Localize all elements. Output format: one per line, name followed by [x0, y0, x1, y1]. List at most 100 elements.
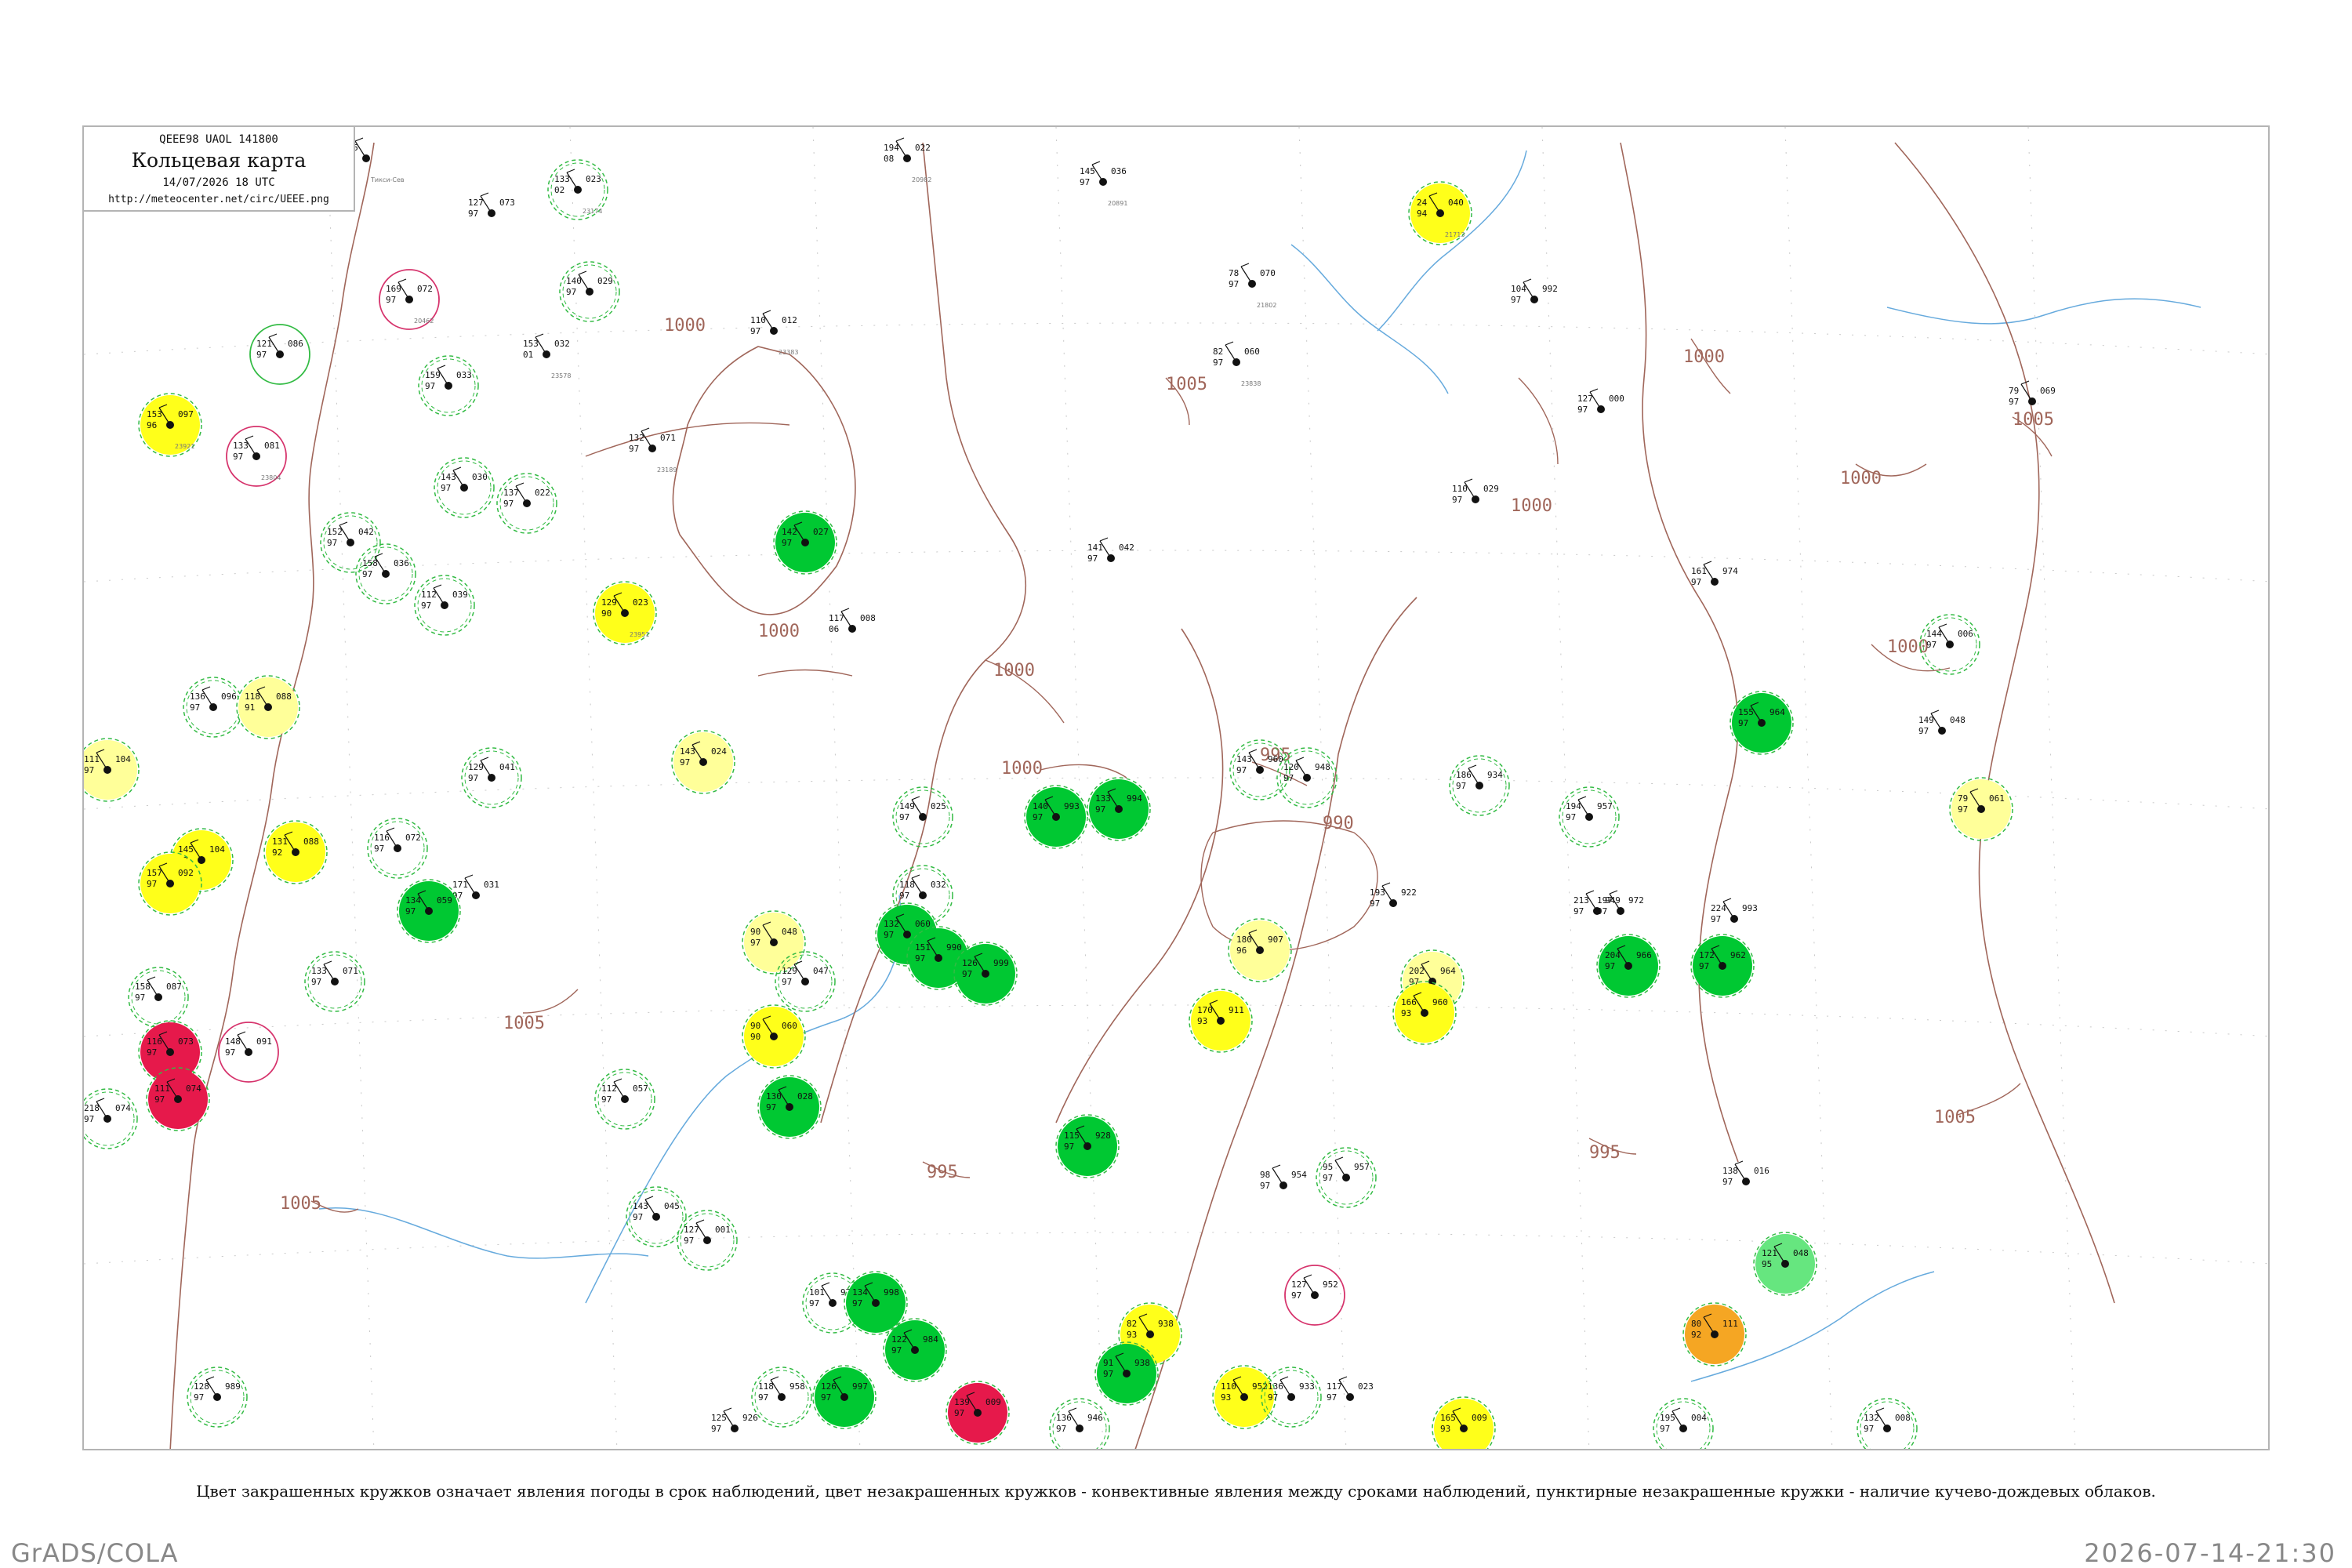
station-marker[interactable]: 112 039 97: [414, 575, 475, 636]
station-name: 21713: [1445, 231, 1465, 238]
station-marker[interactable]: 153 032 01 23578: [523, 333, 571, 379]
station-marker[interactable]: 112 057 97: [594, 1069, 655, 1130]
station-dewpoint: 97: [84, 765, 94, 775]
station-marker[interactable]: 145 036 97 20891: [1080, 161, 1127, 207]
station-marker[interactable]: 204 966 97: [1596, 934, 1661, 998]
station-marker[interactable]: 224 993 97: [1711, 898, 1758, 924]
station-marker[interactable]: 110 012 97 23383: [750, 310, 798, 356]
station-marker[interactable]: 165 009 93: [1432, 1396, 1496, 1450]
station-marker[interactable]: 149 048 97: [1918, 710, 1965, 736]
station-marker[interactable]: 137 022 97: [496, 473, 557, 534]
station-marker[interactable]: 111 074 97: [146, 1067, 210, 1131]
station-marker[interactable]: 171 03197: [452, 874, 499, 901]
station-marker[interactable]: 159 033 97: [418, 355, 479, 416]
station-marker[interactable]: 170 911 93: [1189, 989, 1253, 1053]
station-marker[interactable]: 79 069 97: [2009, 380, 2056, 407]
station-marker[interactable]: 161 974 97: [1691, 561, 1738, 587]
station-marker[interactable]: 157 092 97: [138, 851, 202, 916]
station-marker[interactable]: 197 972 97: [1597, 890, 1644, 916]
station-marker[interactable]: 131 088 92: [263, 820, 328, 884]
station-marker[interactable]: 172 962 97: [1690, 934, 1755, 998]
station-marker[interactable]: 138 016 97: [1722, 1160, 1769, 1187]
station-marker[interactable]: 194 957 97: [1559, 786, 1620, 848]
station-marker[interactable]: 129 041 97: [461, 747, 522, 808]
station-marker[interactable]: 155 964 97: [1730, 691, 1794, 755]
station-marker[interactable]: 91 938 97: [1094, 1341, 1159, 1406]
station-pressure: 047: [813, 966, 829, 976]
station-marker[interactable]: 218 074 97: [84, 1088, 138, 1149]
station-marker[interactable]: 180 907 96: [1228, 918, 1292, 982]
station-marker[interactable]: 149 025 97: [892, 786, 953, 848]
station-marker[interactable]: 142 027 97: [773, 510, 837, 575]
station-marker[interactable]: 117 023 97: [1327, 1376, 1374, 1403]
station-marker[interactable]: 127 073 97: [468, 192, 515, 219]
station-marker[interactable]: 111 104 97: [84, 738, 140, 802]
station-marker[interactable]: 144 006 97: [1919, 614, 1980, 675]
station-marker[interactable]: 143 045 97: [626, 1186, 687, 1247]
station-marker[interactable]: 132 008 97: [1857, 1398, 1918, 1450]
station-marker[interactable]: 118 088 91: [236, 675, 300, 739]
station-marker[interactable]: 127 952 97: [1284, 1265, 1345, 1326]
station-marker[interactable]: 110 029 97: [1452, 478, 1499, 505]
station-marker[interactable]: 136 946 97: [1049, 1398, 1110, 1450]
station-marker[interactable]: 125 926 97: [711, 1407, 758, 1434]
station-marker[interactable]: 141 042 97: [1087, 537, 1134, 564]
station-marker[interactable]: 166 960 93: [1392, 981, 1457, 1045]
station-marker[interactable]: 121 048 95: [1753, 1232, 1817, 1296]
station-marker[interactable]: 98 954 97: [1260, 1164, 1307, 1191]
station-marker[interactable]: 110 95293: [1212, 1365, 1276, 1429]
station-marker[interactable]: 24 040 94 21713: [1408, 181, 1472, 245]
station-marker[interactable]: 90 060 90: [742, 1004, 806, 1069]
station-marker[interactable]: 143 030 97: [434, 457, 495, 518]
station-marker[interactable]: 79 061 97: [1949, 777, 2013, 841]
station-pressure: 974: [1722, 566, 1738, 576]
grid-parallel: [84, 1232, 2268, 1265]
station-marker[interactable]: 169 072 97 20462: [379, 269, 440, 330]
station-marker[interactable]: 80 111 92: [1682, 1302, 1747, 1367]
station-marker[interactable]: 115 928 97: [1055, 1114, 1120, 1178]
station-marker[interactable]: 82 060 97 23838: [1213, 341, 1261, 387]
station-marker[interactable]: 195 004 97: [1653, 1398, 1714, 1450]
station-marker[interactable]: 158 087 97: [128, 967, 189, 1028]
station-marker[interactable]: 127 001 97: [677, 1210, 738, 1271]
station-marker[interactable]: 140 993 97: [1024, 785, 1088, 849]
station-marker[interactable]: 129 047 97: [775, 951, 836, 1012]
station-marker[interactable]: 140 029 97: [559, 261, 620, 322]
station-marker[interactable]: 104 992 97: [1511, 278, 1558, 305]
station-marker[interactable]: 143 024 97: [671, 730, 735, 794]
wind-barb-feather: [245, 435, 254, 440]
station-marker[interactable]: 129 023 90 23951: [593, 581, 657, 645]
station-marker[interactable]: 133 023 02 23174: [547, 159, 608, 220]
station-marker[interactable]: 126 997 97: [812, 1365, 877, 1429]
station-marker[interactable]: 78 070 97 21802: [1229, 263, 1276, 309]
station-marker[interactable]: 134 059 97: [397, 879, 461, 943]
station-marker[interactable]: 117 008 06: [829, 608, 876, 634]
station-temperature: 121: [256, 339, 272, 349]
station-marker[interactable]: 120 948 97: [1276, 747, 1338, 808]
station-marker[interactable]: 148 091 97: [218, 1022, 279, 1083]
station-marker[interactable]: 90 048 97: [742, 910, 806, 975]
station-dewpoint: 97: [1452, 495, 1462, 505]
station-marker[interactable]: 136 096 97: [183, 677, 244, 738]
station-marker[interactable]: 130 028 97: [757, 1075, 822, 1139]
station-marker[interactable]: 133 994 97: [1087, 777, 1151, 841]
station-marker[interactable]: 122 984 97: [883, 1318, 947, 1382]
station-marker[interactable]: 153 097 96 23921: [138, 393, 202, 457]
station-marker[interactable]: 128 989 97: [187, 1367, 248, 1428]
station-marker[interactable]: 158 036 97: [355, 543, 416, 604]
station-marker[interactable]: 118 958 97: [751, 1367, 812, 1428]
isobar-label: 1005: [2013, 410, 2054, 430]
station-marker[interactable]: 186 934 97: [1449, 755, 1510, 816]
station-marker[interactable]: 126 999 97: [953, 942, 1018, 1006]
station-marker[interactable]: 136 933 97: [1261, 1367, 1322, 1428]
station-marker[interactable]: 133 081 97 23804: [226, 426, 287, 487]
station-marker[interactable]: 116 072 97: [367, 818, 428, 879]
station-marker[interactable]: 133 071 97: [304, 951, 365, 1012]
station-marker[interactable]: 121 086 97: [249, 324, 310, 385]
station-marker[interactable]: 95 957 97: [1316, 1147, 1377, 1208]
station-marker[interactable]: 127 000 97: [1577, 388, 1624, 415]
station-marker[interactable]: 139 009 97: [946, 1381, 1010, 1445]
source-url[interactable]: http://meteocenter.net/circ/UEEE.png: [84, 194, 354, 205]
station-marker[interactable]: 134 998 97: [844, 1271, 908, 1335]
isobar-label: 1000: [1511, 496, 1552, 516]
